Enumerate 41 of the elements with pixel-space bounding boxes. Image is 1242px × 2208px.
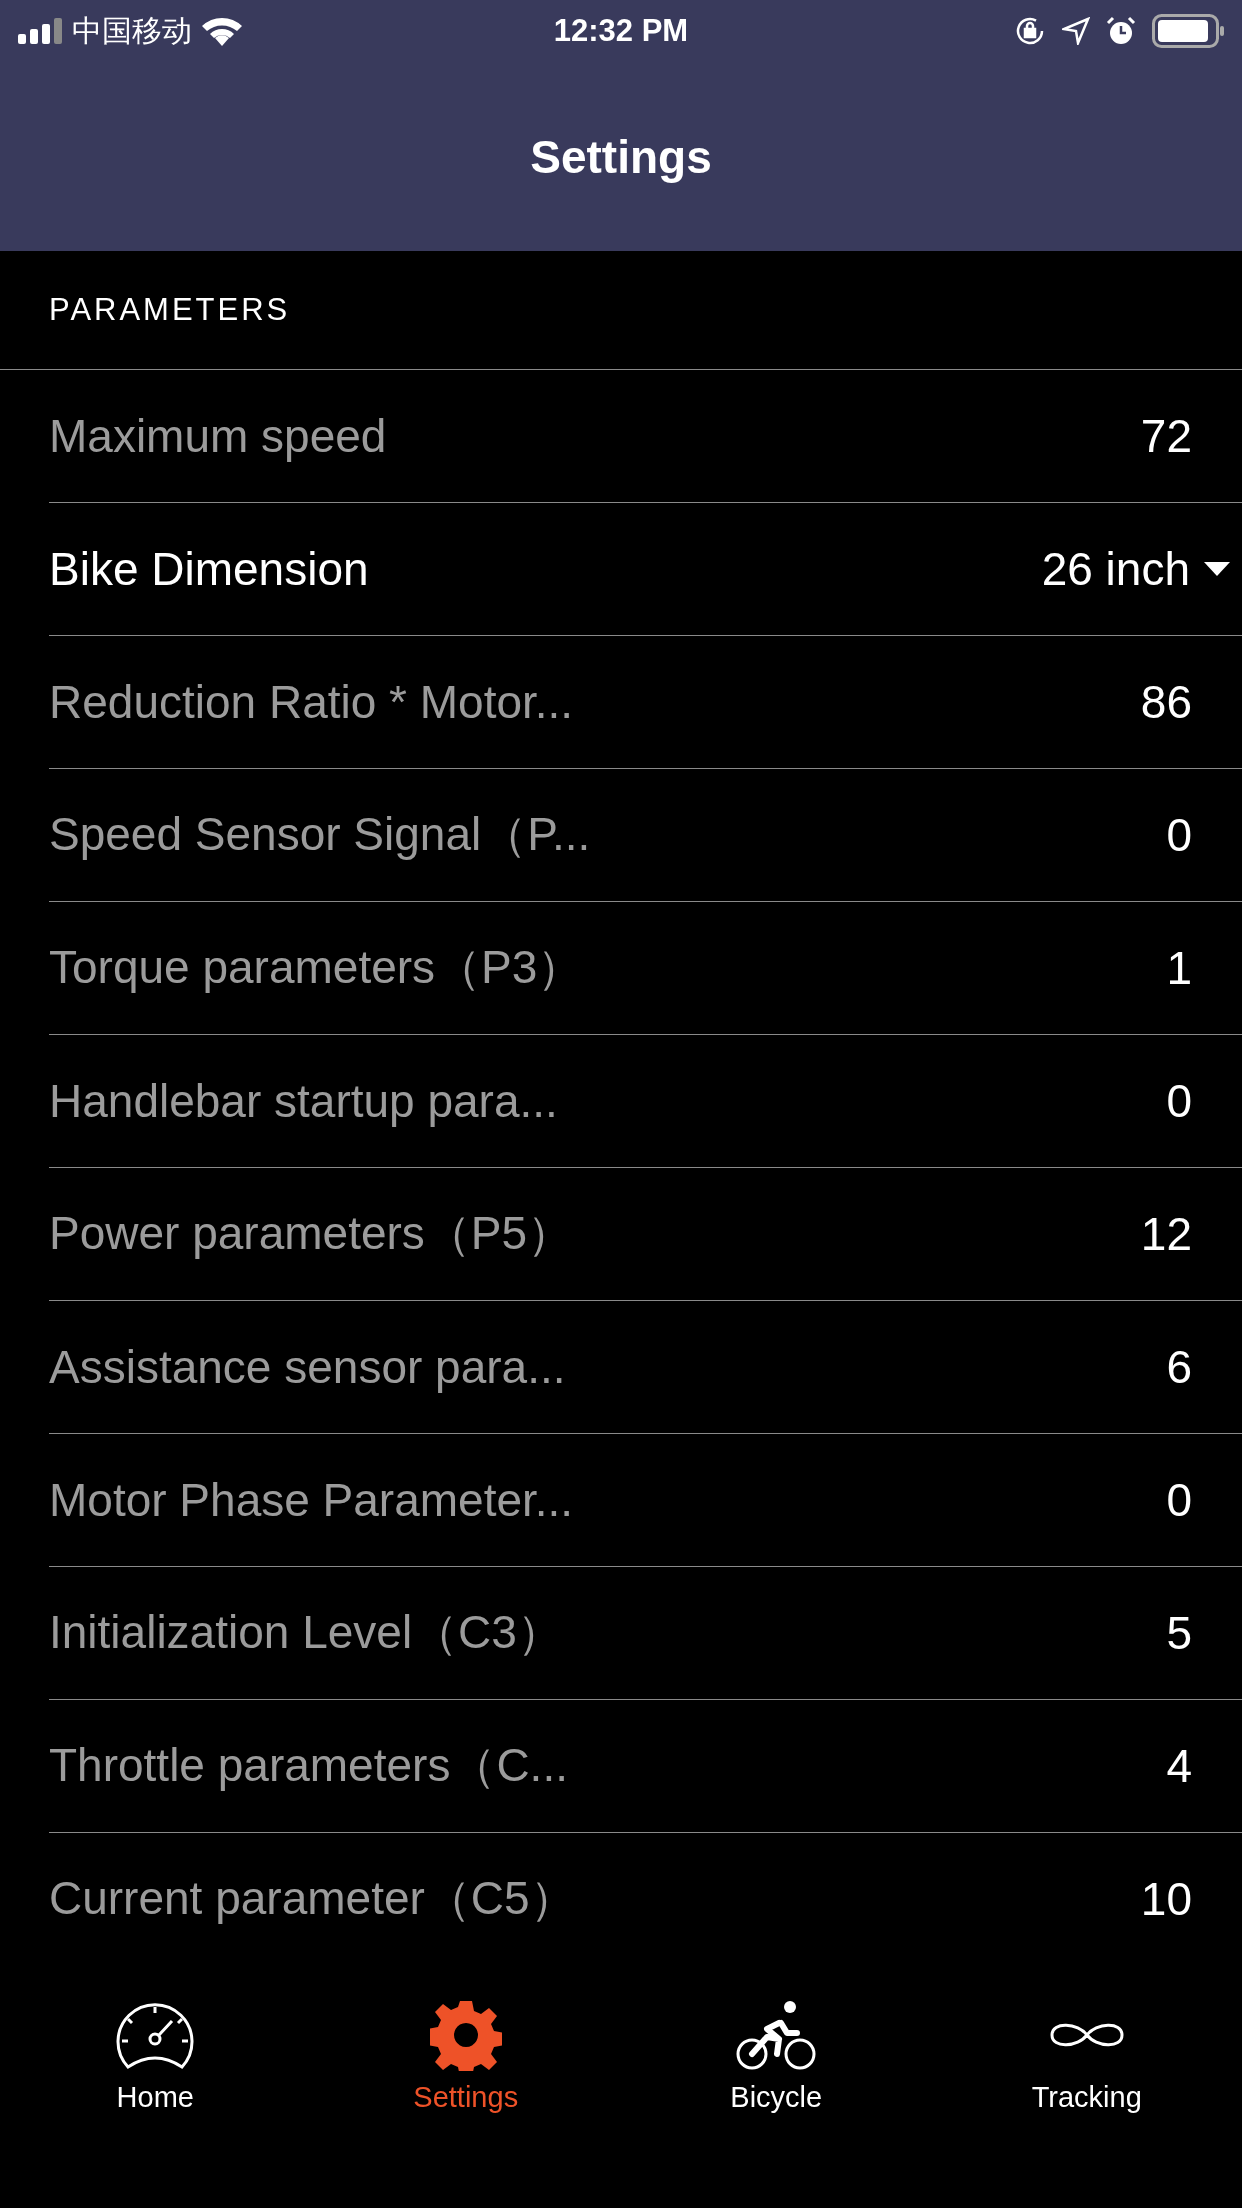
setting-value: 1 bbox=[1166, 941, 1192, 995]
setting-label: Handlebar startup para... bbox=[49, 1074, 559, 1128]
setting-label: Initialization Level（C3） bbox=[49, 1605, 564, 1660]
wifi-icon bbox=[202, 16, 242, 46]
location-arrow-icon bbox=[1062, 17, 1090, 45]
setting-value: 4 bbox=[1166, 1739, 1192, 1793]
rotation-lock-icon bbox=[1014, 15, 1046, 47]
screen-title: Settings bbox=[530, 129, 712, 184]
setting-value: 0 bbox=[1166, 808, 1192, 862]
battery-icon bbox=[1152, 14, 1224, 48]
setting-label: Assistance sensor para... bbox=[49, 1340, 567, 1394]
setting-value: 10 bbox=[1140, 1872, 1192, 1926]
setting-value: 72 bbox=[1140, 409, 1192, 463]
setting-label: Torque parameters（P3） bbox=[49, 940, 585, 995]
setting-label: Motor Phase Parameter... bbox=[49, 1473, 575, 1527]
tab-item[interactable]: Settings bbox=[310, 1999, 621, 2114]
setting-value: 6 bbox=[1166, 1340, 1192, 1394]
alarm-clock-icon bbox=[1106, 16, 1136, 46]
tab-item[interactable]: Bicycle bbox=[621, 1999, 932, 2114]
tab-item[interactable]: Tracking bbox=[931, 1999, 1242, 2114]
setting-label: Current parameter（C5） bbox=[49, 1871, 577, 1926]
section-header: PARAMETERS bbox=[49, 292, 291, 328]
settings-icon bbox=[429, 1999, 502, 2071]
setting-label: Power parameters（P5） bbox=[49, 1206, 575, 1261]
dimension-dropdown[interactable]: 26 inch bbox=[1041, 542, 1230, 596]
cyclist-icon bbox=[735, 1999, 818, 2071]
setting-value: 0 bbox=[1166, 1473, 1192, 1527]
caret-icon bbox=[1204, 562, 1230, 576]
setting-value: 5 bbox=[1166, 1606, 1192, 1660]
setting-value: 12 bbox=[1140, 1207, 1192, 1261]
setting-label: Speed Sensor Signal（P... bbox=[49, 807, 592, 862]
setting-label: Reduction Ratio * Motor... bbox=[49, 675, 575, 729]
tab-item[interactable]: Home bbox=[0, 1999, 311, 2114]
setting-label: Throttle parameters（C... bbox=[49, 1738, 569, 1793]
carrier-name: 中国移动 bbox=[72, 12, 192, 49]
setting-value: 0 bbox=[1166, 1074, 1192, 1128]
setting-label: Maximum speed bbox=[49, 409, 388, 463]
setting-label: Bike Dimension bbox=[49, 542, 370, 596]
clock-time: 12:32 PM bbox=[553, 13, 689, 48]
setting-value: 86 bbox=[1140, 675, 1192, 729]
signal-icon bbox=[18, 18, 62, 44]
